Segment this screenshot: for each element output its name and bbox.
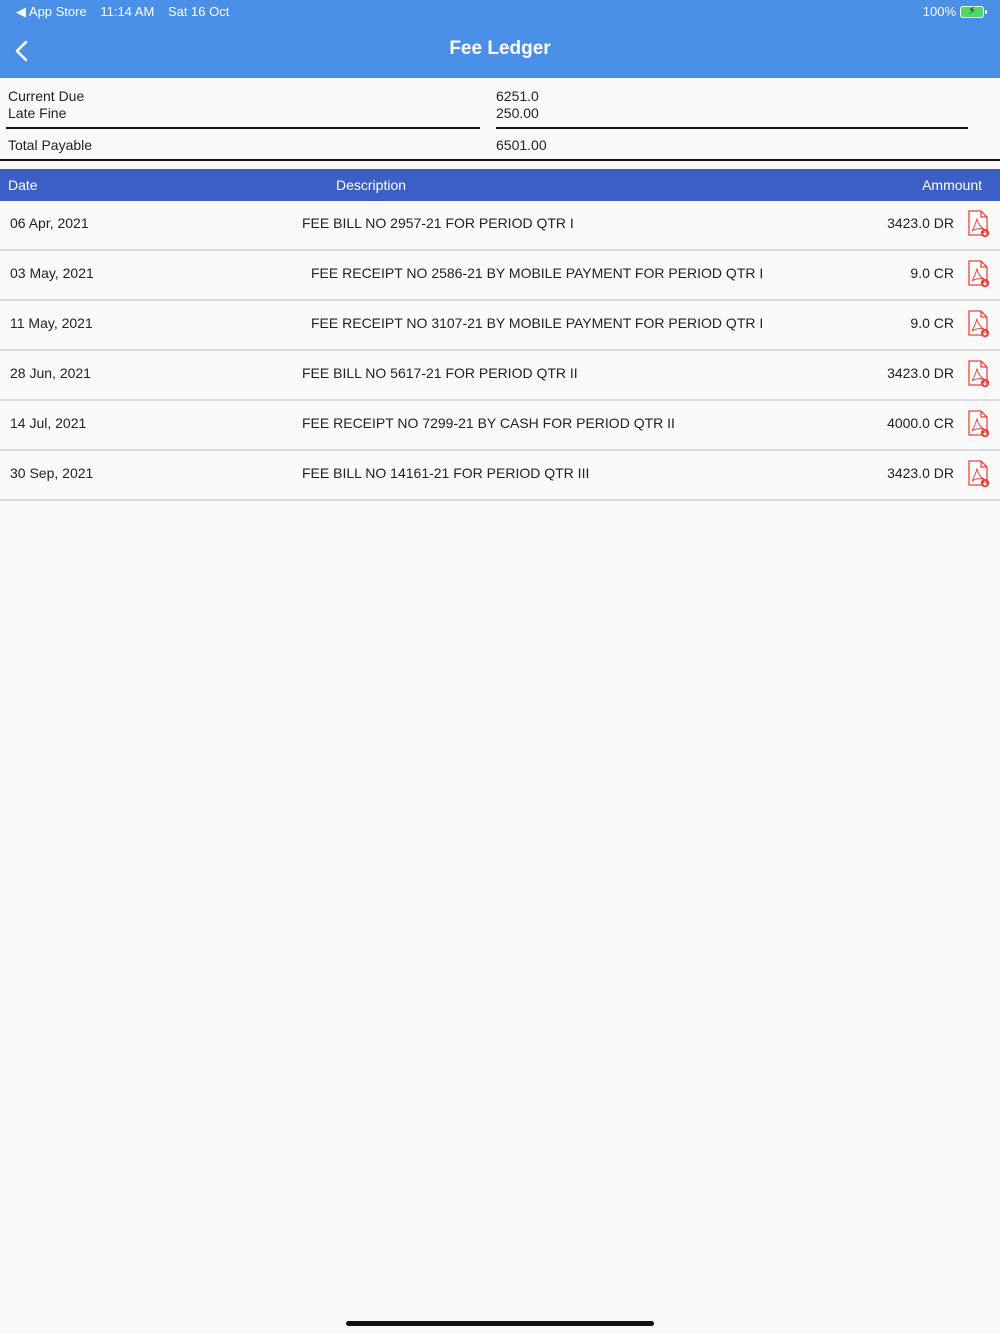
total-payable-value: 6501.00 [496, 137, 547, 153]
late-fine-value: 250.00 [496, 105, 539, 121]
home-indicator[interactable] [346, 1321, 654, 1326]
pdf-download-icon[interactable] [966, 310, 990, 338]
row-date: 14 Jul, 2021 [10, 415, 87, 431]
pdf-download-icon[interactable] [966, 210, 990, 238]
table-row[interactable]: 06 Apr, 2021 FEE BILL NO 2957-21 FOR PER… [0, 201, 1000, 251]
row-amount: 3423.0 DR [887, 465, 954, 481]
row-description: FEE RECEIPT NO 2586-21 BY MOBILE PAYMENT… [311, 265, 764, 281]
status-date: Sat 16 Oct [167, 4, 230, 19]
back-to-app-store-link[interactable]: ◀ App Store [16, 4, 87, 19]
table-row[interactable]: 28 Jun, 2021 FEE BILL NO 5617-21 FOR PER… [0, 351, 1000, 401]
row-amount: 3423.0 DR [887, 365, 954, 381]
row-description: FEE BILL NO 5617-21 FOR PERIOD QTR II [302, 365, 578, 381]
battery-icon: ⚡ [960, 5, 987, 18]
ledger-table-header: Date Description Ammount [0, 169, 1000, 201]
row-amount: 9.0 CR [910, 315, 954, 331]
row-date: 11 May, 2021 [10, 315, 93, 331]
row-description: FEE RECEIPT NO 3107-21 BY MOBILE PAYMENT… [311, 315, 764, 331]
table-row[interactable]: 30 Sep, 2021 FEE BILL NO 14161-21 FOR PE… [0, 451, 1000, 501]
row-description: FEE BILL NO 14161-21 FOR PERIOD QTR III [302, 465, 590, 481]
status-right: 100% ⚡ [922, 4, 987, 19]
header-amount: Ammount [922, 177, 982, 193]
row-description: FEE BILL NO 2957-21 FOR PERIOD QTR I [302, 215, 574, 231]
fee-summary: Current Due 6251.0 Late Fine 250.00 Tota… [0, 78, 1000, 170]
current-due-value: 6251.0 [496, 88, 539, 104]
row-date: 28 Jun, 2021 [10, 365, 91, 381]
status-bar: ◀ App Store 11:14 AM Sat 16 Oct 100% ⚡ [0, 0, 1000, 24]
row-amount: 9.0 CR [910, 265, 954, 281]
row-date: 03 May, 2021 [10, 265, 94, 281]
page-title: Fee Ledger [449, 38, 551, 59]
status-left: ◀ App Store 11:14 AM Sat 16 Oct [16, 4, 239, 20]
pdf-download-icon[interactable] [966, 260, 990, 288]
current-due-label: Current Due [8, 88, 85, 104]
total-divider [0, 159, 1000, 161]
row-date: 06 Apr, 2021 [10, 215, 89, 231]
table-row[interactable]: 11 May, 2021 FEE RECEIPT NO 3107-21 BY M… [0, 301, 1000, 351]
late-fine-label: Late Fine [8, 105, 67, 121]
total-payable-label: Total Payable [8, 137, 93, 153]
row-amount: 4000.0 CR [887, 415, 954, 431]
battery-percent: 100% [922, 4, 956, 19]
subtotal-divider-left [6, 127, 480, 129]
subtotal-divider-right [496, 127, 968, 129]
pdf-download-icon[interactable] [966, 360, 990, 388]
pdf-download-icon[interactable] [966, 460, 990, 488]
table-row[interactable]: 14 Jul, 2021 FEE RECEIPT NO 7299-21 BY C… [0, 401, 1000, 451]
status-time: 11:14 AM [100, 4, 155, 19]
row-description: FEE RECEIPT NO 7299-21 BY CASH FOR PERIO… [302, 415, 675, 431]
header-date: Date [8, 177, 38, 193]
row-amount: 3423.0 DR [887, 215, 954, 231]
pdf-download-icon[interactable] [966, 410, 990, 438]
table-row[interactable]: 03 May, 2021 FEE RECEIPT NO 2586-21 BY M… [0, 251, 1000, 301]
nav-bar: ◀ App Store 11:14 AM Sat 16 Oct 100% ⚡ F… [0, 0, 1000, 78]
row-date: 30 Sep, 2021 [10, 465, 94, 481]
header-description: Description [336, 177, 407, 193]
